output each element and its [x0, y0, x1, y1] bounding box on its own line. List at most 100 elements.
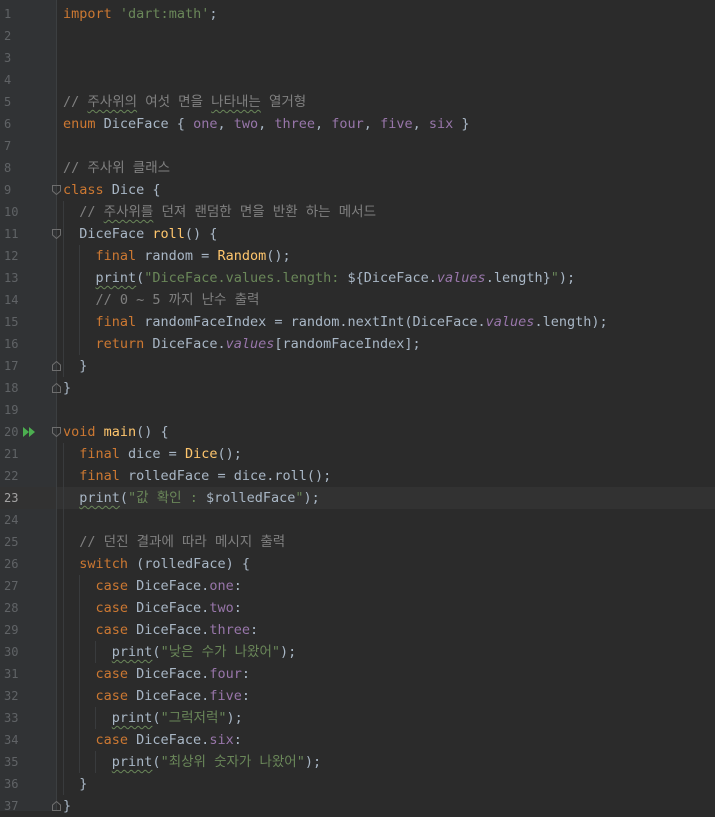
indent-guide [79, 245, 80, 355]
code-line[interactable]: // 0 ~ 5 까지 난수 출력 [57, 289, 715, 311]
line-number: 22 [4, 469, 19, 483]
code-line[interactable]: // 주사위의 여섯 면을 나타내는 열거형 [57, 91, 715, 113]
code-line[interactable]: final randomFaceIndex = random.nextInt(D… [57, 311, 715, 333]
code-area[interactable]: import 'dart:math'; // 주사위의 여섯 면을 나타내는 열거… [57, 0, 715, 814]
code-line[interactable]: DiceFace roll() { [57, 223, 715, 245]
line-number: 21 [4, 447, 19, 461]
code-line[interactable]: } [57, 773, 715, 795]
code-editor[interactable]: 1 2 3 4 5 6 7 8 9 10 11 12 13 14 15 16 17 18 19 20 21 22 23 24 2… [0, 0, 715, 814]
line-number: 24 [4, 513, 19, 527]
code-line[interactable]: print("낮은 수가 나왔어"); [57, 641, 715, 663]
line-number: 4 [4, 73, 12, 87]
line-number: 7 [4, 139, 12, 153]
code-line-text: void main() { [63, 424, 169, 440]
indent-guide [63, 201, 64, 377]
code-line[interactable]: // 던진 결과에 따라 메시지 출력 [57, 531, 715, 553]
line-number: 31 [4, 667, 19, 681]
run-double-arrow-icon[interactable] [22, 426, 36, 438]
code-line[interactable]: case DiceFace.six: [57, 729, 715, 751]
code-line[interactable]: } [57, 355, 715, 377]
line-number: 25 [4, 535, 19, 549]
code-line[interactable]: class Dice { [57, 179, 715, 201]
code-line[interactable]: print("DiceFace.values.length: ${DiceFac… [57, 267, 715, 289]
code-line-text: // 주사위를 던져 랜덤한 면을 반환 하는 메서드 [79, 204, 376, 220]
code-line-text: import 'dart:math'; [63, 6, 218, 22]
code-line-text: case DiceFace.four: [95, 666, 250, 682]
code-line[interactable]: case DiceFace.five: [57, 685, 715, 707]
line-number: 12 [4, 249, 19, 263]
line-number: 15 [4, 315, 19, 329]
code-line[interactable]: } [57, 795, 715, 817]
code-line[interactable]: case DiceFace.four: [57, 663, 715, 685]
code-line[interactable]: enum DiceFace { one, two, three, four, f… [57, 113, 715, 135]
code-line[interactable]: print("최상위 숫자가 나왔어"); [57, 751, 715, 773]
line-number: 36 [4, 777, 19, 791]
line-number: 11 [4, 227, 19, 241]
code-line-text: print("DiceFace.values.length: ${DiceFac… [95, 270, 576, 286]
line-number: 26 [4, 557, 19, 571]
line-number: 19 [4, 403, 19, 417]
code-line-text: print("낮은 수가 나왔어"); [111, 644, 297, 660]
line-number: 33 [4, 711, 19, 725]
code-line-text: case DiceFace.two: [95, 600, 242, 616]
code-line[interactable] [57, 25, 715, 47]
indent-guide [95, 707, 96, 729]
line-number: 35 [4, 755, 19, 769]
code-line-text: // 0 ~ 5 까지 난수 출력 [95, 292, 260, 308]
line-number: 34 [4, 733, 19, 747]
line-number: 30 [4, 645, 19, 659]
code-line[interactable]: print("값 확인 : $rolledFace"); [57, 487, 715, 509]
code-line-text: } [63, 798, 72, 814]
line-number: 9 [4, 183, 12, 197]
line-number: 3 [4, 51, 12, 65]
code-line-text: } [63, 358, 88, 374]
code-line-text: } [63, 776, 88, 792]
code-line[interactable] [57, 509, 715, 531]
code-line-text: enum DiceFace { one, two, three, four, f… [63, 116, 470, 132]
code-line[interactable] [57, 69, 715, 91]
line-number: 14 [4, 293, 19, 307]
code-line-text: // 주사위 클래스 [63, 160, 171, 176]
line-number: 37 [4, 799, 19, 813]
code-line[interactable]: final dice = Dice(); [57, 443, 715, 465]
code-line[interactable]: case DiceFace.one: [57, 575, 715, 597]
line-number: 8 [4, 161, 12, 175]
line-number: 20 [4, 425, 19, 439]
line-number: 29 [4, 623, 19, 637]
code-line-text: case DiceFace.three: [95, 622, 259, 638]
code-line[interactable]: print("그럭저럭"); [57, 707, 715, 729]
code-line-text: case DiceFace.six: [95, 732, 242, 748]
indent-guide [79, 575, 80, 773]
code-line-text: final rolledFace = dice.roll(); [79, 468, 332, 484]
code-line-text: print("최상위 숫자가 나왔어"); [111, 754, 322, 770]
code-line[interactable]: import 'dart:math'; [57, 3, 715, 25]
code-line[interactable]: // 주사위 클래스 [57, 157, 715, 179]
code-line[interactable] [57, 135, 715, 157]
code-line-text: print("그럭저럭"); [111, 710, 243, 726]
code-line[interactable] [57, 399, 715, 421]
code-line[interactable]: final random = Random(); [57, 245, 715, 267]
code-line[interactable]: // 주사위를 던져 랜덤한 면을 반환 하는 메서드 [57, 201, 715, 223]
line-number: 5 [4, 95, 12, 109]
line-number: 13 [4, 271, 19, 285]
indent-guide [95, 751, 96, 773]
code-line[interactable]: } [57, 377, 715, 399]
code-line[interactable]: final rolledFace = dice.roll(); [57, 465, 715, 487]
code-line[interactable]: return DiceFace.values[randomFaceIndex]; [57, 333, 715, 355]
code-line-text: // 던진 결과에 따라 메시지 출력 [79, 534, 286, 550]
line-number: 28 [4, 601, 19, 615]
code-line[interactable]: case DiceFace.two: [57, 597, 715, 619]
code-line[interactable]: switch (rolledFace) { [57, 553, 715, 575]
line-number: 6 [4, 117, 12, 131]
code-line[interactable] [57, 47, 715, 69]
code-line[interactable]: case DiceFace.three: [57, 619, 715, 641]
code-line-text: final random = Random(); [95, 248, 291, 264]
code-line-text: } [63, 380, 72, 396]
indent-guide [63, 443, 64, 795]
line-number: 2 [4, 29, 12, 43]
line-number-gutter[interactable]: 1 2 3 4 5 6 7 8 9 10 11 12 13 14 15 16 17 18 19 20 21 22 23 24 2… [0, 0, 61, 813]
code-line-text: // 주사위의 여섯 면을 나타내는 열거형 [63, 94, 307, 110]
code-line-text: final dice = Dice(); [79, 446, 242, 462]
line-number: 27 [4, 579, 19, 593]
code-line[interactable]: void main() { [57, 421, 715, 443]
